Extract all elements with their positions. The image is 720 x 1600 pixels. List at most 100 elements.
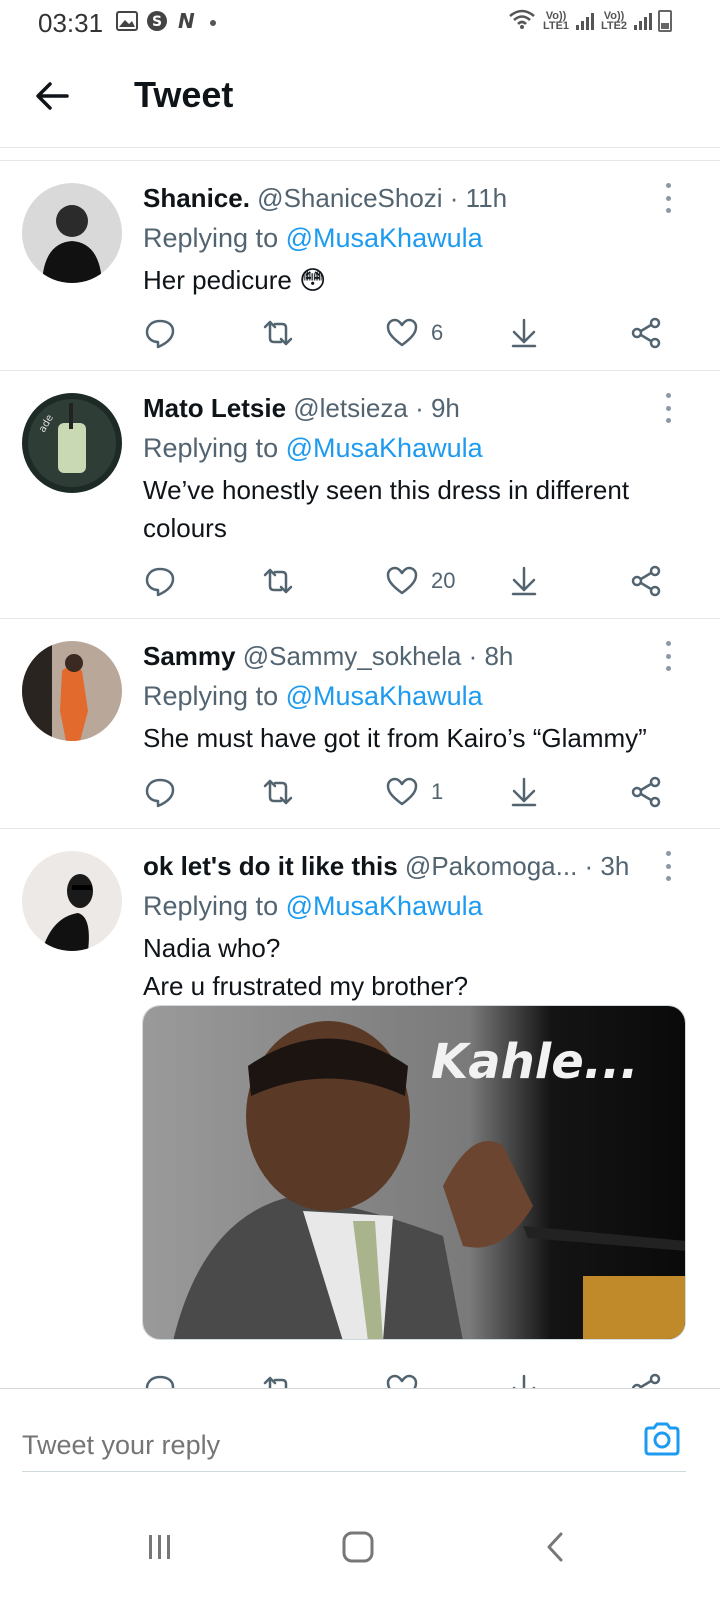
share-icon [631,565,661,597]
reply-composer [0,1388,720,1498]
comment-icon [145,567,175,597]
comment-icon [145,319,175,349]
download-button[interactable] [507,772,541,812]
camera-button[interactable] [642,1419,682,1459]
system-icons: Vo)) LTE1 Vo)) LTE2 [508,8,672,33]
retweet-button[interactable] [261,772,295,812]
gallery-icon [116,11,138,36]
more-options-button[interactable] [658,851,678,881]
reply-button[interactable] [143,561,177,601]
tweet-reply[interactable]: ok let's do it like this @Pakomoga... · … [0,829,720,1389]
replying-to: Replying to @MusaKhawula [143,891,483,922]
retweet-button[interactable] [261,561,295,601]
avatar[interactable] [22,183,122,283]
tweet-reply[interactable]: ade Mato Letsie @letsieza · 9h Replying … [0,371,720,619]
input-underline [22,1471,686,1472]
user-handle[interactable]: @Pakomoga... [405,851,577,881]
n-app-icon: N [176,9,200,37]
heart-icon [386,566,418,595]
tweet-actions: 20 [143,561,683,601]
dot-icon [208,15,218,33]
display-name[interactable]: ok let's do it like this [143,851,398,881]
download-button[interactable] [507,561,541,601]
tweet-reply[interactable]: Shanice. @ShaniceShozi · 11h Replying to… [0,161,720,371]
mention-link[interactable]: @MusaKhawula [286,681,483,711]
retweet-icon [263,1376,288,1389]
tweet-text: She must have got it from Kairo’s “Glamm… [143,723,647,753]
display-name[interactable]: Sammy [143,641,236,671]
like-count: 20 [431,568,456,593]
tweet-actions: 1 [143,772,683,812]
display-name[interactable]: Shanice. [143,183,250,213]
like-button[interactable]: 1 [385,772,443,812]
avatar[interactable] [22,641,122,741]
replying-to: Replying to @MusaKhawula [143,433,483,464]
comment-icon [145,1375,175,1389]
like-button[interactable] [385,1369,419,1389]
share-button[interactable] [629,1369,663,1389]
more-options-button[interactable] [658,393,678,423]
user-handle[interactable]: @ShaniceShozi [257,183,442,213]
system-back-button[interactable] [526,1522,586,1572]
camera-icon [644,1422,680,1456]
reply-button[interactable] [143,313,177,353]
notification-icons: S N [116,9,218,37]
signal-bars-icon [576,12,594,30]
download-arrow-icon [511,566,537,596]
like-button[interactable]: 6 [385,313,443,353]
reply-input[interactable] [22,1417,622,1473]
more-options-button[interactable] [658,183,678,213]
display-name[interactable]: Mato Letsie [143,393,286,423]
more-options-button[interactable] [658,641,678,671]
system-navigation-bar [0,1498,720,1600]
svg-text:S: S [152,14,162,30]
tweet-text: Nadia who? Are u frustrated my brother? [143,929,703,1005]
mention-link[interactable]: @MusaKhawula [286,891,483,921]
svg-text:N: N [178,10,195,32]
tweet-text: Her pedicure 😳 [143,265,327,295]
heart-icon [386,1374,418,1389]
like-button[interactable]: 20 [385,561,455,601]
lte1-label: Vo)) LTE1 [542,9,570,32]
download-arrow-icon [511,318,537,348]
tweet-text: We’ve honestly seen this dress in differ… [143,475,630,543]
user-handle[interactable]: @letsieza [293,393,408,423]
share-button[interactable] [629,772,663,812]
tweet-time: · 3h [584,851,630,881]
status-time: 03:31 [38,8,104,38]
tweet-actions: 6 [143,313,683,353]
mention-link[interactable]: @MusaKhawula [286,433,483,463]
home-button[interactable] [328,1522,388,1572]
avatar[interactable] [22,851,122,951]
replying-prefix: Replying to [143,891,279,921]
signal-bars-icon [634,12,652,30]
tweet-reply[interactable]: Sammy @Sammy_sokhela · 8h Replying to @M… [0,619,720,829]
tweet-time: · 8h [468,641,514,671]
reply-button[interactable] [143,1369,177,1389]
heart-icon [386,318,418,347]
avatar[interactable]: ade [22,393,122,493]
share-button[interactable] [629,561,663,601]
user-handle[interactable]: @Sammy_sokhela [243,641,462,671]
heart-icon [386,777,418,806]
tweet-header: Shanice. @ShaniceShozi · 11h [143,183,507,214]
like-count: 6 [431,320,444,345]
reply-button[interactable] [143,772,177,812]
retweet-button[interactable] [261,1369,295,1389]
replying-to: Replying to @MusaKhawula [143,681,483,712]
share-icon [631,317,661,349]
download-button[interactable] [507,313,541,353]
chevron-left-icon [547,1532,563,1562]
back-button[interactable] [30,74,74,118]
download-button[interactable] [507,1369,541,1389]
top-app-bar: Tweet [0,44,720,148]
retweet-button[interactable] [261,313,295,353]
share-button[interactable] [629,313,663,353]
download-arrow-icon [512,1374,536,1389]
retweet-icon [263,568,293,594]
recent-apps-button[interactable] [130,1522,190,1572]
mention-link[interactable]: @MusaKhawula [286,223,483,253]
tweet-media-image[interactable]: Kahle... [142,1005,686,1340]
tweet-text-line: Nadia who? [143,933,281,963]
lte2-label: Vo)) LTE2 [600,9,628,32]
